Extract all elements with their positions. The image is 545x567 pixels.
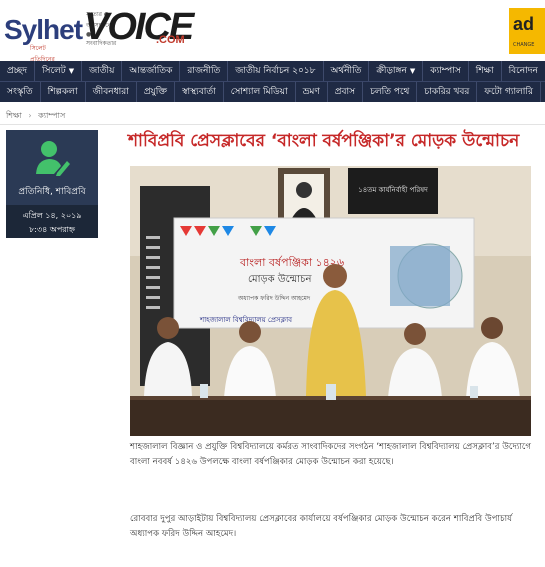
breadcrumb-item-education[interactable]: শিক্ষা <box>6 111 22 120</box>
nav-item-label: রাজনীতি <box>187 66 221 76</box>
article-paragraph-1: শাহজালাল বিজ্ঞান ও প্রযুক্তি বিশ্ববিদ্যা… <box>130 442 531 467</box>
row1-item-10[interactable]: বিনোদন <box>502 61 545 81</box>
nav-item-label: প্রযুক্তি <box>143 87 168 97</box>
nav-item-label: চলতি পথে <box>370 87 410 97</box>
chevron-down-icon: ▼ <box>68 67 75 75</box>
row1-item-8[interactable]: ক্যাম্পাস <box>423 61 469 81</box>
row1-item-2[interactable]: জাতীয় <box>82 61 123 81</box>
ad-subtext: CHANGE <box>513 42 535 48</box>
main-nav-row-2: সংস্কৃতি শিল্পকলা জীবনধারা প্রযুক্তি স্বাস্থ… <box>0 81 545 102</box>
row1-item-6[interactable]: অর্থনীতি <box>324 61 370 81</box>
photo-banner-subtitle: মোড়ক উন্মোচন <box>248 272 312 285</box>
nav-item-label: সংস্কৃতি <box>7 87 33 97</box>
nav-item-label: শিল্পকলা <box>47 87 78 97</box>
row2-item-2[interactable]: জীবনধারা <box>86 82 137 102</box>
nav-item-label: শিক্ষা <box>475 66 494 76</box>
site-header: সত্যের ● অনুসন্ধানের ● সংবাদিকতার Sylhet… <box>0 0 545 74</box>
photo-banner-guest: অধ্যাপক ফরিদ উদ্দিন আহমেদ <box>237 294 311 302</box>
nav-item-label: সোশ্যাল মিডিয়া <box>230 87 288 97</box>
nav-item-label: সিলেট <box>41 66 66 76</box>
row2-item-8[interactable]: চলতি পথে <box>363 82 418 102</box>
ad-banner[interactable]: ad CHANGE <box>509 8 545 54</box>
row2-item-10[interactable]: ফটো গ্যালারি <box>477 82 541 102</box>
nav-item-label: স্বাস্থ্যবার্তা <box>182 87 216 97</box>
nav-item-label: অর্থনীতি <box>330 66 362 76</box>
article-photo[interactable]: ১৪তম কার্যনির্বাহী পরিষদ বাংলা বর্ষপঞ্জি… <box>130 166 531 436</box>
nav-item-label: ফটো গ্যালারি <box>484 87 533 97</box>
publish-date: এপ্রিল ১৪, ২০১৯ <box>22 211 82 220</box>
nav-item-label: চাকরির খবর <box>424 87 470 97</box>
row2-item-3[interactable]: প্রযুক্তি <box>137 82 176 102</box>
row1-item-3[interactable]: আন্তর্জাতিক <box>122 61 181 81</box>
author-card: প্রতিনিধি, শাবিপ্রবি এপ্রিল ১৪, ২০১৯ ৮:৩… <box>6 130 98 238</box>
author-date-box: এপ্রিল ১৪, ২০১৯ ৮:৩৪ অপরাহ্ন <box>6 205 98 238</box>
nav-item-label: জাতীয় নির্বাচন ২০১৮ <box>235 66 316 76</box>
nav-item-label: ভ্রমণ <box>302 87 320 97</box>
row2-item-9[interactable]: চাকরির খবর <box>417 82 478 102</box>
row2-item-5[interactable]: সোশ্যাল মিডিয়া <box>224 82 296 102</box>
nav-item-label: প্রবাস <box>334 87 356 97</box>
row1-item-4[interactable]: রাজনীতি <box>180 61 229 81</box>
article-photo-illustration: ১৪তম কার্যনির্বাহী পরিষদ বাংলা বর্ষপঞ্জি… <box>130 166 531 436</box>
row1-item-5[interactable]: জাতীয় নির্বাচন ২০১৮ <box>228 61 324 81</box>
logo-com-text: .COM <box>156 34 185 46</box>
row2-item-1[interactable]: শিল্পকলা <box>41 82 86 102</box>
article-title: শাবিপ্রবি প্রেসক্লাবের ‘বাংলা বর্ষপঞ্জিক… <box>128 131 520 151</box>
row2-item-6[interactable]: ভ্রমণ <box>296 82 328 102</box>
row2-item-0[interactable]: সংস্কৃতি <box>0 82 41 102</box>
nav-item-label: জাতীয় <box>89 66 115 76</box>
article-paragraph-2: রোববার দুপুর আড়াইটায় বিশ্ববিদ্যালয় প্… <box>130 514 513 539</box>
main-nav-row-1: প্রচ্ছদ সিলেট ▼ জাতীয় আন্তর্জাতিক রাজনীতি জাত… <box>0 61 545 81</box>
chevron-down-icon: ▼ <box>409 67 416 75</box>
breadcrumb-item-campus[interactable]: ক্যাম্পাস <box>38 111 65 120</box>
nav-item-label: ক্যাম্পাস <box>430 66 461 76</box>
nav-item-label: বিনোদন <box>508 66 538 76</box>
nav-item-label: প্রচ্ছদ <box>7 66 27 76</box>
nav-item-label: ক্রীড়াঙ্গন <box>376 66 407 76</box>
author-writer-icon <box>36 141 70 176</box>
row1-item-7[interactable]: ক্রীড়াঙ্গন ▼ <box>369 61 424 81</box>
nav-item-label: জীবনধারা <box>92 87 129 97</box>
publish-time: ৮:৩৪ অপরাহ্ন <box>29 225 75 234</box>
divider <box>0 124 545 125</box>
logo-sylhet-text: Sylhet <box>4 14 83 45</box>
row2-item-7[interactable]: প্রবাস <box>328 82 364 102</box>
photo-board-text: ১৪তম কার্যনির্বাহী পরিষদ <box>358 185 428 194</box>
breadcrumb-separator-icon: › <box>28 111 32 120</box>
row1-item-0[interactable]: প্রচ্ছদ <box>0 61 35 81</box>
breadcrumb: শিক্ষা › ক্যাম্পাস <box>6 110 65 123</box>
row2-item-4[interactable]: স্বাস্থ্যবার্তা <box>175 82 224 102</box>
row1-item-9[interactable]: শিক্ষা <box>469 61 502 81</box>
author-name[interactable]: প্রতিনিধি, শাবিপ্রবি <box>6 184 98 199</box>
row1-item-1[interactable]: সিলেট ▼ <box>35 61 83 81</box>
ad-text: ad <box>513 14 535 34</box>
nav-item-label: আন্তর্জাতিক <box>129 66 173 76</box>
